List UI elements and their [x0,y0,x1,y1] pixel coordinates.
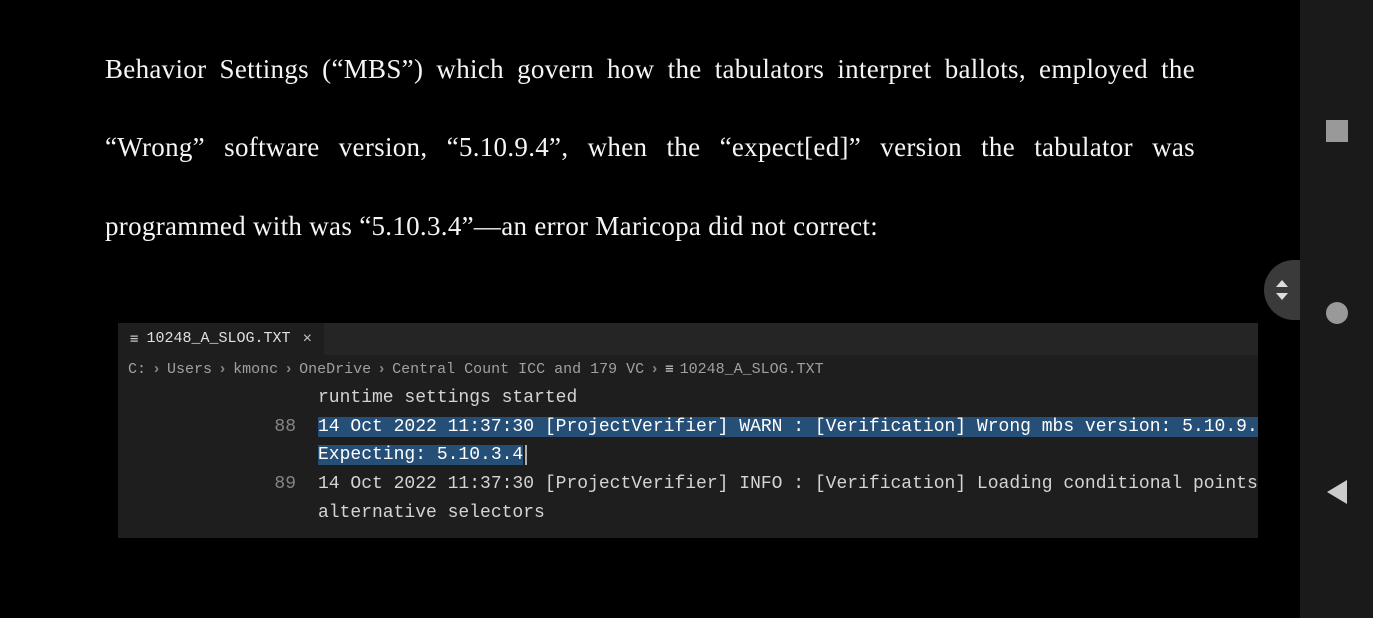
code-line: alternative selectors [318,499,1258,528]
document-paragraph: Behavior Settings (“MBS”) which govern h… [0,0,1300,265]
file-icon: ≡ [665,361,673,377]
line-number: 88 [118,413,318,442]
editor-tab[interactable]: ≡ 10248_A_SLOG.TXT × [118,323,324,355]
recent-apps-icon[interactable] [1326,120,1348,142]
breadcrumb-leaf[interactable]: 10248_A_SLOG.TXT [680,361,824,378]
text-cursor [525,445,527,465]
line-number [118,384,318,413]
back-icon[interactable] [1327,480,1347,504]
breadcrumb: C: › Users › kmonc › OneDrive › Central … [118,355,1258,384]
line-number [118,441,318,470]
code-line: Expecting: 5.10.3.4 [318,441,1258,470]
arrow-up-icon [1276,280,1288,287]
close-icon[interactable]: × [302,330,312,348]
home-icon[interactable] [1326,302,1348,324]
breadcrumb-part[interactable]: Central Count ICC and 179 VC [392,361,644,378]
code-line: runtime settings started [318,384,1258,413]
chevron-right-icon: › [284,361,293,378]
breadcrumb-part[interactable]: Users [167,361,212,378]
arrow-down-icon [1276,293,1288,300]
breadcrumb-part[interactable]: C: [128,361,146,378]
editor-tab-bar: ≡ 10248_A_SLOG.TXT × [118,323,1258,355]
breadcrumb-part[interactable]: kmonc [233,361,278,378]
chevron-right-icon: › [377,361,386,378]
chevron-right-icon: › [152,361,161,378]
breadcrumb-part[interactable]: OneDrive [299,361,371,378]
code-line: 14 Oct 2022 11:37:30 [ProjectVerifier] I… [318,470,1258,499]
system-nav-bar [1300,0,1373,618]
chevron-right-icon: › [218,361,227,378]
tab-filename: 10248_A_SLOG.TXT [146,330,290,347]
chevron-right-icon: › [650,361,659,378]
line-number [118,499,318,528]
line-number: 89 [118,470,318,499]
code-line: 14 Oct 2022 11:37:30 [ProjectVerifier] W… [318,413,1258,442]
code-editor-screenshot: ≡ 10248_A_SLOG.TXT × C: › Users › kmonc … [118,323,1258,538]
highlighted-text: Expecting: 5.10.3.4 [318,445,523,465]
file-icon: ≡ [130,331,138,347]
highlighted-text: 14 Oct 2022 11:37:30 [ProjectVerifier] W… [318,417,1258,437]
code-area[interactable]: runtime settings started 88 14 Oct 2022 … [118,384,1258,538]
